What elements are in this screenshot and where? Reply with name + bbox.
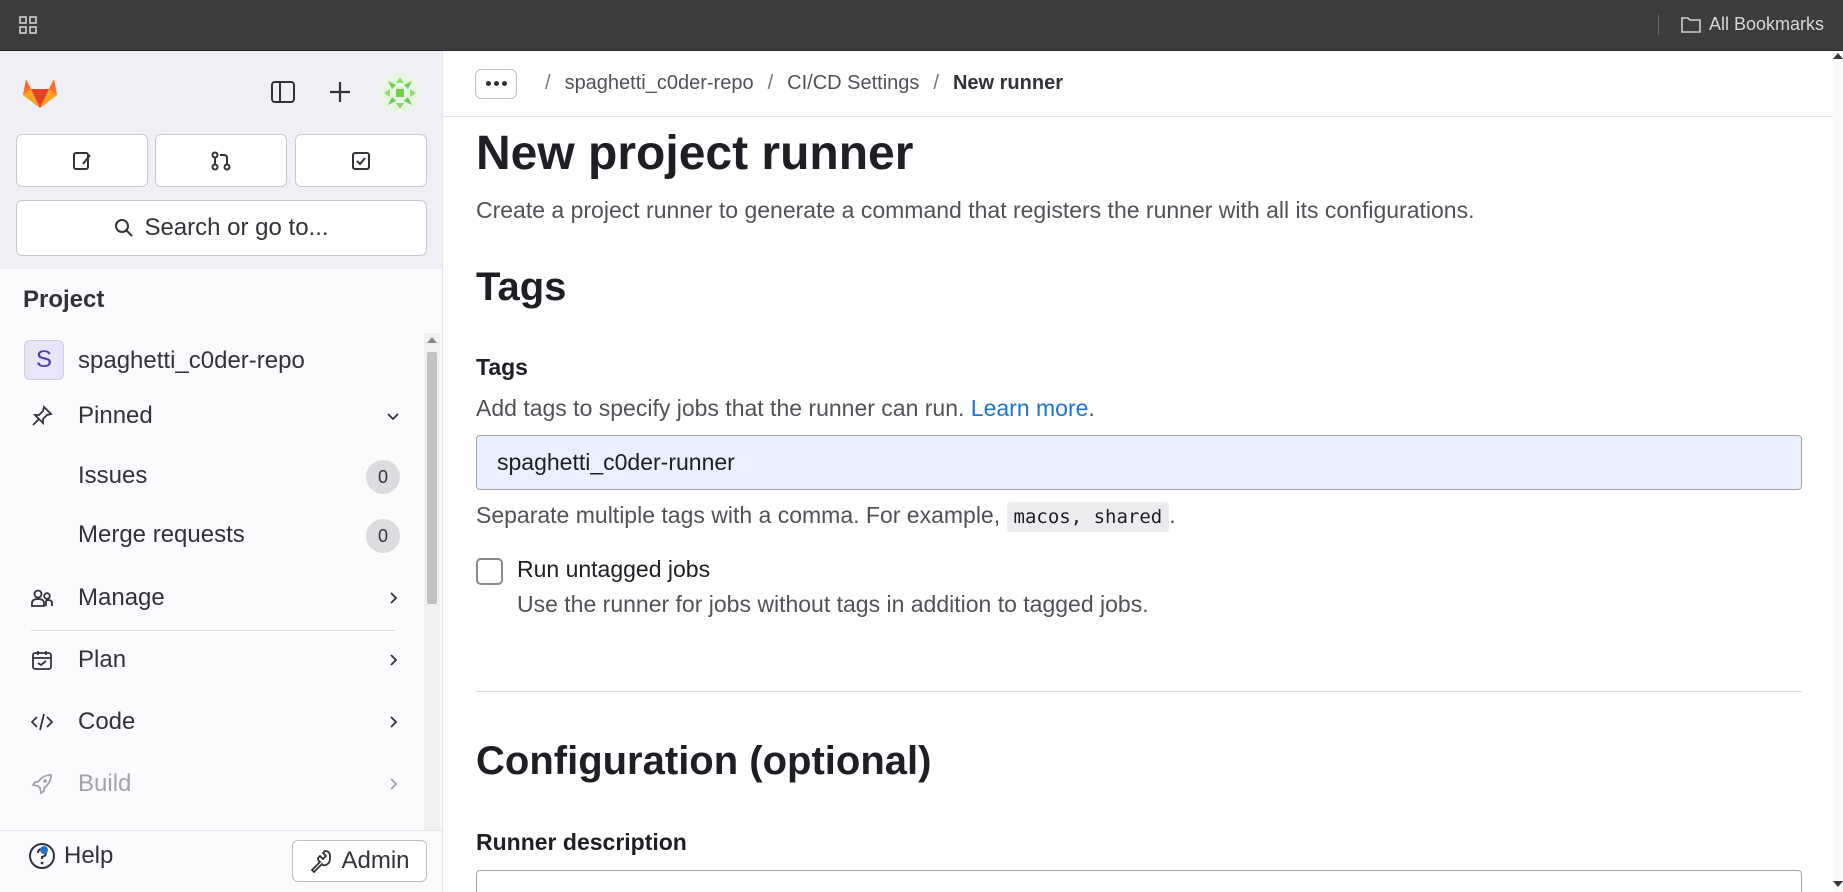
collapse-sidebar-icon[interactable]	[266, 75, 300, 109]
breadcrumb-more-button[interactable]	[475, 68, 517, 99]
chevron-down-icon	[387, 413, 399, 421]
apps-grid-icon[interactable]	[19, 16, 37, 34]
scroll-up-icon[interactable]	[1833, 53, 1843, 59]
tags-separator-suffix: .	[1169, 502, 1176, 528]
sidebar-item-project[interactable]: S spaghetti_c0der-repo	[14, 334, 414, 388]
admin-label: Admin	[341, 847, 410, 874]
tags-example-code: macos, shared	[1006, 502, 1170, 532]
build-label: Build	[78, 770, 132, 797]
run-untagged-label[interactable]: Run untagged jobs	[517, 556, 710, 583]
all-bookmarks-label: All Bookmarks	[1709, 14, 1825, 34]
learn-more-link[interactable]: Learn more	[971, 395, 1089, 421]
folder-icon	[1681, 17, 1701, 33]
browser-toolbar: All Bookmarks	[0, 0, 1843, 51]
sidebar-item-issues[interactable]: Issues 0	[14, 449, 414, 503]
breadcrumb: / spaghetti_c0der-repo / CI/CD Settings …	[443, 51, 1833, 117]
chevron-right-icon	[390, 716, 398, 728]
search-icon	[115, 219, 134, 237]
breadcrumb-separator: /	[767, 72, 774, 94]
toolbar-divider	[1658, 15, 1659, 35]
breadcrumb-separator: /	[933, 72, 939, 94]
todo-list-button[interactable]	[295, 134, 427, 187]
scroll-down-icon[interactable]	[1833, 881, 1843, 887]
tags-help-prefix: Add tags to specify jobs that the runner…	[476, 395, 965, 421]
runner-description-label: Runner description	[476, 829, 687, 855]
pinned-label: Pinned	[78, 402, 153, 429]
breadcrumb-cicd-settings-link[interactable]: CI/CD Settings	[787, 72, 919, 95]
sidebar-footer: Help Admin	[0, 830, 442, 892]
help-label: Help	[64, 842, 114, 869]
sidebar: Search or go to... Project S spaghetti_c…	[0, 51, 443, 892]
merge-request-icon	[211, 151, 231, 170]
sidebar-item-build[interactable]: Build	[14, 757, 414, 811]
help-notification-dot	[40, 846, 48, 854]
users-icon	[30, 586, 54, 610]
calendar-icon	[30, 648, 54, 672]
merge-requests-count-badge: 0	[366, 519, 400, 553]
tags-field-label: Tags	[476, 354, 528, 380]
rocket-icon	[30, 772, 54, 796]
tags-input-value: spaghetti_c0der-runner	[497, 449, 735, 475]
page-scrollbar[interactable]	[1833, 51, 1843, 892]
plan-label: Plan	[78, 646, 127, 673]
tags-help-text: Add tags to specify jobs that the runner…	[476, 395, 1095, 422]
code-label: Code	[78, 708, 136, 735]
all-bookmarks-button[interactable]: All Bookmarks	[1681, 14, 1824, 35]
tags-section-heading: Tags	[476, 265, 567, 309]
wrench-icon	[311, 850, 332, 873]
issues-icon	[73, 151, 91, 170]
issues-count-badge: 0	[366, 460, 400, 494]
sidebar-item-manage[interactable]: Manage	[14, 571, 414, 625]
merge-requests-button[interactable]	[155, 134, 287, 187]
project-name: spaghetti_c0der-repo	[78, 347, 305, 374]
sidebar-section-title: Project	[23, 286, 105, 313]
sidebar-scrollbar-thumb[interactable]	[427, 352, 437, 604]
run-untagged-help: Use the runner for jobs without tags in …	[517, 591, 1149, 617]
manage-label: Manage	[78, 584, 165, 611]
create-new-icon[interactable]	[323, 75, 357, 109]
help-button[interactable]: Help	[28, 842, 113, 870]
sidebar-item-plan[interactable]: Plan	[14, 633, 414, 687]
sidebar-header: Search or go to...	[0, 51, 442, 269]
tags-help-suffix: .	[1088, 395, 1095, 421]
chevron-right-icon	[390, 778, 398, 790]
sidebar-divider	[31, 630, 395, 631]
merge-requests-label: Merge requests	[78, 521, 245, 548]
tags-separator-text: Separate multiple tags with a comma. For…	[476, 502, 1001, 528]
code-icon	[30, 710, 54, 734]
search-button[interactable]: Search or go to...	[16, 200, 427, 256]
breadcrumb-project-link[interactable]: spaghetti_c0der-repo	[565, 72, 754, 95]
tags-input[interactable]: spaghetti_c0der-runner	[476, 435, 1802, 490]
sidebar-item-pinned[interactable]: Pinned	[14, 389, 414, 443]
issues-label: Issues	[78, 462, 148, 489]
user-avatar[interactable]	[380, 73, 420, 113]
scroll-up-icon[interactable]	[427, 337, 437, 343]
chevron-right-icon	[390, 592, 398, 604]
breadcrumb-current-page[interactable]: New runner	[953, 72, 1063, 95]
breadcrumb-separator: /	[545, 72, 551, 94]
chevron-right-icon	[390, 654, 398, 666]
todo-icon	[352, 151, 370, 170]
tags-separator-help: Separate multiple tags with a comma. For…	[476, 502, 1176, 532]
main-content: / spaghetti_c0der-repo / CI/CD Settings …	[443, 51, 1843, 892]
project-avatar: S	[24, 340, 64, 380]
run-untagged-checkbox[interactable]	[476, 558, 503, 585]
search-label: Search or go to...	[144, 214, 329, 241]
configuration-section-heading: Configuration (optional)	[476, 739, 932, 783]
page-title: New project runner	[476, 127, 914, 180]
sidebar-item-merge-requests[interactable]: Merge requests 0	[14, 508, 414, 562]
assigned-issues-button[interactable]	[16, 134, 148, 187]
page-description: Create a project runner to generate a co…	[476, 197, 1475, 223]
pin-icon	[30, 404, 54, 428]
gitlab-logo-icon[interactable]	[22, 75, 58, 109]
runner-description-input[interactable]	[476, 870, 1802, 892]
admin-button[interactable]: Admin	[292, 840, 427, 882]
sidebar-item-code[interactable]: Code	[14, 695, 414, 749]
section-divider	[476, 691, 1802, 692]
sidebar-nav: S spaghetti_c0der-repo Pinned Issues 0 M…	[0, 331, 425, 876]
